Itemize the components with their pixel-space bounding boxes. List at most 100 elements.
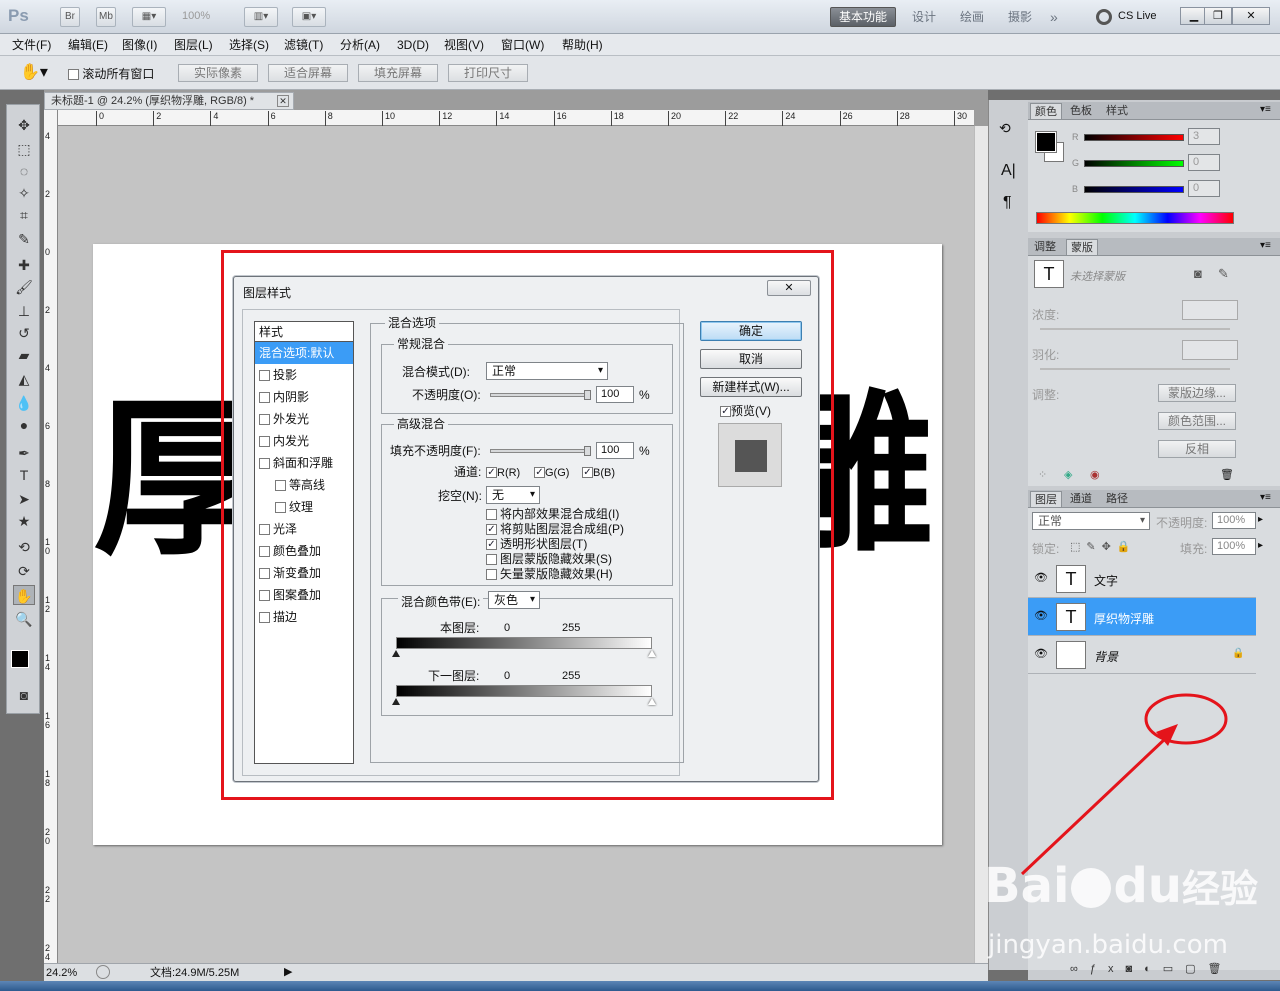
- fit-screen-button[interactable]: 适合屏幕: [268, 64, 348, 82]
- workspace-painting[interactable]: 绘画: [960, 7, 984, 27]
- more-workspaces-button[interactable]: »: [1050, 7, 1058, 27]
- rgb-slider[interactable]: [1084, 186, 1184, 193]
- history-panel-icon[interactable]: ⟲: [999, 120, 1011, 137]
- blur-tool-icon[interactable]: 💧: [13, 393, 35, 413]
- path-selection-tool-icon[interactable]: ➤: [13, 489, 35, 509]
- arrange-documents-button[interactable]: ▥▾: [244, 7, 278, 27]
- tab-adjustments[interactable]: 调整: [1030, 239, 1060, 255]
- pixel-mask-icon[interactable]: ◙: [1194, 266, 1202, 281]
- menu-window[interactable]: 窗口(W): [501, 37, 544, 53]
- rgb-value-input[interactable]: 0: [1188, 180, 1220, 197]
- print-size-button[interactable]: 打印尺寸: [448, 64, 528, 82]
- close-button[interactable]: ✕: [1232, 7, 1270, 25]
- status-info-icon[interactable]: [96, 965, 110, 979]
- disable-mask-icon[interactable]: ◉: [1090, 468, 1100, 481]
- bridge-button[interactable]: Br: [60, 7, 80, 27]
- scroll-all-windows-option[interactable]: 滚动所有窗口: [68, 65, 154, 82]
- color-spectrum-bar[interactable]: [1036, 212, 1234, 224]
- apply-mask-icon[interactable]: ◈: [1064, 468, 1072, 481]
- close-tab-icon[interactable]: ✕: [277, 95, 289, 107]
- fill-arrow-icon[interactable]: ▸: [1258, 540, 1263, 551]
- lock-icons[interactable]: ⬚✎✥🔒: [1070, 540, 1137, 553]
- document-tab[interactable]: 未标题-1 @ 24.2% (厚织物浮雕, RGB/8) * ✕: [44, 92, 294, 110]
- type-tool-icon[interactable]: T: [13, 465, 35, 485]
- status-menu-arrow-icon[interactable]: ▶: [284, 964, 292, 980]
- menu-edit[interactable]: 编辑(E): [68, 37, 108, 53]
- rgb-slider[interactable]: [1084, 160, 1184, 167]
- mask-edge-button[interactable]: 蒙版边缘...: [1158, 384, 1236, 402]
- tab-channels[interactable]: 通道: [1066, 491, 1096, 507]
- menu-filter[interactable]: 滤镜(T): [284, 37, 323, 53]
- cslive-menu[interactable]: CS Live: [1118, 10, 1157, 22]
- workspace-essentials[interactable]: 基本功能: [830, 7, 896, 27]
- rgb-value-input[interactable]: 3: [1188, 128, 1220, 145]
- zoom-tool-icon[interactable]: 🔍: [13, 609, 35, 629]
- eraser-tool-icon[interactable]: ▰: [13, 345, 35, 365]
- actual-pixels-button[interactable]: 实际像素: [178, 64, 258, 82]
- layer-opacity-arrow-icon[interactable]: ▸: [1258, 514, 1263, 525]
- history-brush-tool-icon[interactable]: ↺: [13, 323, 35, 343]
- feather-input[interactable]: [1182, 340, 1238, 360]
- screen-mode-button[interactable]: ▣▾: [292, 7, 326, 27]
- minibridge-button[interactable]: Mb: [96, 7, 116, 27]
- workspace-photography[interactable]: 摄影: [1008, 7, 1032, 27]
- paint-bucket-tool-icon[interactable]: ◭: [13, 369, 35, 389]
- menu-image[interactable]: 图像(I): [122, 37, 157, 53]
- layers-panel-menu-icon[interactable]: ▾≡: [1260, 492, 1271, 503]
- rgb-slider[interactable]: [1084, 134, 1184, 141]
- tab-layers[interactable]: 图层: [1030, 491, 1062, 507]
- menu-select[interactable]: 选择(S): [229, 37, 269, 53]
- layers-footer-icons[interactable]: ∞ƒx◙◐▭▢🗑: [1070, 962, 1234, 975]
- dodge-tool-icon[interactable]: ●: [13, 415, 35, 435]
- move-tool-icon[interactable]: ✥: [13, 115, 35, 135]
- menu-view[interactable]: 视图(V): [444, 37, 484, 53]
- tab-swatches[interactable]: 色板: [1066, 103, 1096, 119]
- fill-screen-button[interactable]: 填充屏幕: [358, 64, 438, 82]
- menu-help[interactable]: 帮助(H): [562, 37, 603, 53]
- tab-masks[interactable]: 蒙版: [1066, 239, 1098, 255]
- delete-mask-icon[interactable]: 🗑: [1220, 468, 1234, 481]
- crop-tool-icon[interactable]: ⌗: [13, 205, 35, 225]
- paragraph-panel-icon[interactable]: ¶: [1003, 194, 1012, 212]
- rgb-value-input[interactable]: 0: [1188, 154, 1220, 171]
- density-slider[interactable]: [1040, 328, 1230, 330]
- feather-slider[interactable]: [1040, 368, 1230, 370]
- tab-styles[interactable]: 样式: [1102, 103, 1132, 119]
- load-selection-icon[interactable]: ⁘: [1038, 468, 1047, 481]
- scroll-all-checkbox[interactable]: [68, 69, 79, 81]
- quick-mask-icon[interactable]: ◙: [13, 685, 35, 705]
- vector-mask-icon[interactable]: ✎: [1218, 266, 1229, 282]
- menu-layer[interactable]: 图层(L): [174, 37, 213, 53]
- layer-opacity-input[interactable]: 100%: [1212, 512, 1256, 529]
- shape-tool-icon[interactable]: ★: [13, 511, 35, 531]
- invert-button[interactable]: 反相: [1158, 440, 1236, 458]
- 3d-orbit-tool-icon[interactable]: ⟳: [13, 561, 35, 581]
- vertical-scrollbar[interactable]: [974, 126, 988, 964]
- marquee-tool-icon[interactable]: ⬚: [13, 139, 35, 159]
- zoom-status[interactable]: 24.2%: [46, 965, 77, 981]
- layer-blend-mode-select[interactable]: 正常: [1032, 512, 1150, 530]
- eyedropper-tool-icon[interactable]: ✎: [13, 229, 35, 249]
- workspace-design[interactable]: 设计: [912, 7, 936, 27]
- brush-tool-icon[interactable]: 🖌: [13, 277, 35, 297]
- 3d-rotate-tool-icon[interactable]: ⟲: [13, 537, 35, 557]
- hand-tool-preset-icon[interactable]: ✋▾: [20, 63, 58, 83]
- tab-color[interactable]: 颜色: [1030, 103, 1062, 119]
- color-range-button[interactable]: 颜色范围...: [1158, 412, 1236, 430]
- color-panel-menu-icon[interactable]: ▾≡: [1260, 104, 1271, 115]
- tab-paths[interactable]: 路径: [1102, 491, 1132, 507]
- color-fg-swatch[interactable]: [1035, 131, 1057, 153]
- zoom-level-menu[interactable]: 100%: [182, 10, 210, 22]
- masks-panel-menu-icon[interactable]: ▾≡: [1260, 240, 1271, 251]
- menu-analysis[interactable]: 分析(A): [340, 37, 380, 53]
- foreground-color-swatch[interactable]: [11, 650, 29, 668]
- character-panel-icon[interactable]: A|: [1001, 162, 1016, 180]
- hand-tool-icon[interactable]: ✋: [13, 585, 35, 605]
- quick-selection-tool-icon[interactable]: ✧: [13, 183, 35, 203]
- fill-input[interactable]: 100%: [1212, 538, 1256, 555]
- view-extras-button[interactable]: ▦▾: [132, 7, 166, 27]
- menu-file[interactable]: 文件(F): [12, 37, 51, 53]
- restore-button[interactable]: ❐: [1204, 7, 1232, 25]
- healing-brush-tool-icon[interactable]: ✚: [13, 255, 35, 275]
- density-input[interactable]: [1182, 300, 1238, 320]
